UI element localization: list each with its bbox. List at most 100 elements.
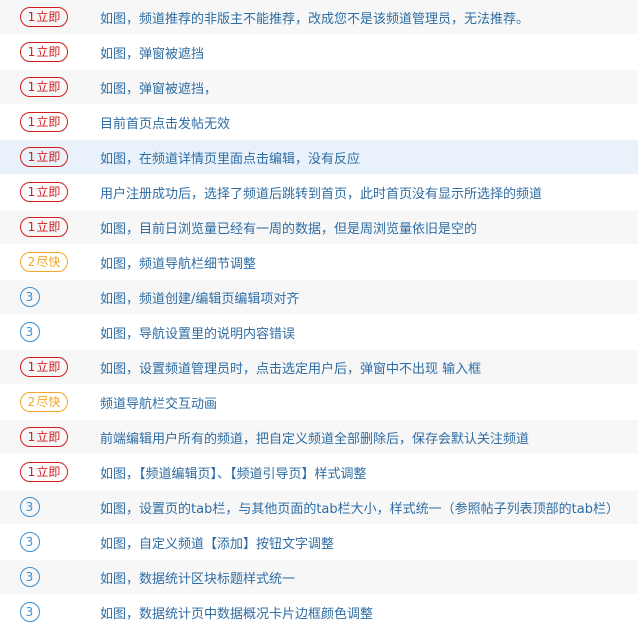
priority-number: 1 xyxy=(27,80,36,94)
priority-label: 立即 xyxy=(36,430,61,444)
list-item[interactable]: 1 立即 前端编辑用户所有的频道，把自定义频道全部删除后，保存会默认关注频道 xyxy=(0,420,638,454)
list-item[interactable]: 1 立即 如图，弹窗被遮挡 xyxy=(0,35,638,69)
priority-cell: 1 立即 xyxy=(0,7,100,27)
priority-number: 1 xyxy=(27,465,36,479)
priority-number: 3 xyxy=(25,325,34,339)
list-item[interactable]: 2 尽快 频道导航栏交互动画 xyxy=(0,385,638,419)
list-item[interactable]: 3 如图，设置页的tab栏，与其他页面的tab栏大小，样式统一（参照帖子列表顶部的… xyxy=(0,490,638,524)
priority-number: 3 xyxy=(25,570,34,584)
priority-label: 尽快 xyxy=(36,255,61,269)
priority-badge: 3 xyxy=(20,287,40,307)
issue-title[interactable]: 如图，频道导航栏细节调整 xyxy=(100,253,256,272)
priority-badge: 2 尽快 xyxy=(20,252,68,272)
priority-badge: 1 立即 xyxy=(20,112,68,132)
priority-badge: 3 xyxy=(20,532,40,552)
priority-cell: 1 立即 xyxy=(0,462,100,482)
priority-number: 3 xyxy=(25,605,34,619)
priority-badge: 1 立即 xyxy=(20,217,68,237)
priority-number: 3 xyxy=(25,535,34,549)
priority-badge: 1 立即 xyxy=(20,182,68,202)
priority-cell: 3 xyxy=(0,602,100,622)
issue-title[interactable]: 如图，弹窗被遮挡， xyxy=(100,78,217,97)
priority-number: 1 xyxy=(27,115,36,129)
priority-label: 立即 xyxy=(36,45,61,59)
priority-cell: 3 xyxy=(0,567,100,587)
issue-title[interactable]: 如图，数据统计页中数据概况卡片边框颜色调整 xyxy=(100,603,373,622)
list-item[interactable]: 2 尽快 如图，频道导航栏细节调整 xyxy=(0,245,638,279)
priority-label: 立即 xyxy=(36,220,61,234)
priority-number: 2 xyxy=(27,395,36,409)
priority-number: 1 xyxy=(27,220,36,234)
priority-badge: 1 立即 xyxy=(20,462,68,482)
priority-label: 立即 xyxy=(36,465,61,479)
list-item[interactable]: 1 立即 用户注册成功后，选择了频道后跳转到首页，此时首页没有显示所选择的频道 xyxy=(0,175,638,209)
priority-badge: 3 xyxy=(20,322,40,342)
priority-label: 立即 xyxy=(36,80,61,94)
priority-cell: 3 xyxy=(0,287,100,307)
issue-title[interactable]: 如图，设置频道管理员时，点击选定用户后，弹窗中不出现 输入框 xyxy=(100,358,481,377)
list-item[interactable]: 1 立即 如图，目前日浏览量已经有一周的数据，但是周浏览量依旧是空的 xyxy=(0,210,638,244)
list-item[interactable]: 1 立即 如图，弹窗被遮挡， xyxy=(0,70,638,104)
issue-title[interactable]: 目前首页点击发帖无效 xyxy=(100,113,230,132)
priority-number: 1 xyxy=(27,150,36,164)
priority-cell: 3 xyxy=(0,497,100,517)
priority-label: 立即 xyxy=(36,150,61,164)
list-item[interactable]: 3 如图，数据统计区块标题样式统一 xyxy=(0,560,638,594)
priority-cell: 2 尽快 xyxy=(0,252,100,272)
list-item[interactable]: 1 立即 如图，在频道详情页里面点击编辑，没有反应 xyxy=(0,140,638,174)
issue-title[interactable]: 前端编辑用户所有的频道，把自定义频道全部删除后，保存会默认关注频道 xyxy=(100,428,529,447)
priority-badge: 1 立即 xyxy=(20,42,68,62)
priority-cell: 1 立即 xyxy=(0,42,100,62)
priority-cell: 2 尽快 xyxy=(0,392,100,412)
priority-badge: 1 立即 xyxy=(20,7,68,27)
list-item[interactable]: 3 如图，导航设置里的说明内容错误 xyxy=(0,315,638,349)
priority-badge: 3 xyxy=(20,497,40,517)
issue-title[interactable]: 如图，频道推荐的非版主不能推荐，改成您不是该频道管理员，无法推荐。 xyxy=(100,8,529,27)
issue-title[interactable]: 如图，弹窗被遮挡 xyxy=(100,43,204,62)
priority-cell: 1 立即 xyxy=(0,77,100,97)
priority-badge: 3 xyxy=(20,567,40,587)
issue-title[interactable]: 如图，设置页的tab栏，与其他页面的tab栏大小，样式统一（参照帖子列表顶部的t… xyxy=(100,498,619,517)
issue-title[interactable]: 如图，数据统计区块标题样式统一 xyxy=(100,568,295,587)
list-item[interactable]: 1 立即 如图，频道推荐的非版主不能推荐，改成您不是该频道管理员，无法推荐。 xyxy=(0,0,638,34)
priority-cell: 1 立即 xyxy=(0,182,100,202)
priority-label: 尽快 xyxy=(36,395,61,409)
priority-number: 1 xyxy=(27,10,36,24)
list-item[interactable]: 1 立即 如图，【频道编辑页】、【频道引导页】样式调整 xyxy=(0,455,638,489)
issue-title[interactable]: 频道导航栏交互动画 xyxy=(100,393,217,412)
list-item[interactable]: 1 立即 如图，设置频道管理员时，点击选定用户后，弹窗中不出现 输入框 xyxy=(0,350,638,384)
issue-title[interactable]: 如图，在频道详情页里面点击编辑，没有反应 xyxy=(100,148,360,167)
issue-title[interactable]: 如图，导航设置里的说明内容错误 xyxy=(100,323,295,342)
issue-title[interactable]: 如图，目前日浏览量已经有一周的数据，但是周浏览量依旧是空的 xyxy=(100,218,477,237)
issue-title[interactable]: 如图，频道创建/编辑页编辑项对齐 xyxy=(100,288,299,307)
priority-number: 1 xyxy=(27,45,36,59)
priority-number: 3 xyxy=(25,290,34,304)
priority-number: 3 xyxy=(25,500,34,514)
priority-cell: 3 xyxy=(0,532,100,552)
issue-title[interactable]: 如图，【频道编辑页】、【频道引导页】样式调整 xyxy=(100,463,367,482)
priority-label: 立即 xyxy=(36,115,61,129)
priority-badge: 2 尽快 xyxy=(20,392,68,412)
list-item[interactable]: 1 立即 目前首页点击发帖无效 xyxy=(0,105,638,139)
issue-title[interactable]: 用户注册成功后，选择了频道后跳转到首页，此时首页没有显示所选择的频道 xyxy=(100,183,542,202)
priority-label: 立即 xyxy=(36,360,61,374)
priority-number: 2 xyxy=(27,255,36,269)
priority-badge: 1 立即 xyxy=(20,357,68,377)
priority-label: 立即 xyxy=(36,10,61,24)
priority-badge: 3 xyxy=(20,602,40,622)
priority-label: 立即 xyxy=(36,185,61,199)
list-item[interactable]: 3 如图，数据统计页中数据概况卡片边框颜色调整 xyxy=(0,595,638,629)
priority-cell: 1 立即 xyxy=(0,427,100,447)
priority-badge: 1 立即 xyxy=(20,147,68,167)
priority-number: 1 xyxy=(27,185,36,199)
priority-cell: 1 立即 xyxy=(0,147,100,167)
priority-badge: 1 立即 xyxy=(20,427,68,447)
list-item[interactable]: 3 如图，自定义频道【添加】按钮文字调整 xyxy=(0,525,638,559)
priority-number: 1 xyxy=(27,360,36,374)
issue-title[interactable]: 如图，自定义频道【添加】按钮文字调整 xyxy=(100,533,334,552)
priority-cell: 1 立即 xyxy=(0,357,100,377)
list-item[interactable]: 3 如图，频道创建/编辑页编辑项对齐 xyxy=(0,280,638,314)
priority-cell: 3 xyxy=(0,322,100,342)
priority-badge: 1 立即 xyxy=(20,77,68,97)
priority-cell: 1 立即 xyxy=(0,112,100,132)
